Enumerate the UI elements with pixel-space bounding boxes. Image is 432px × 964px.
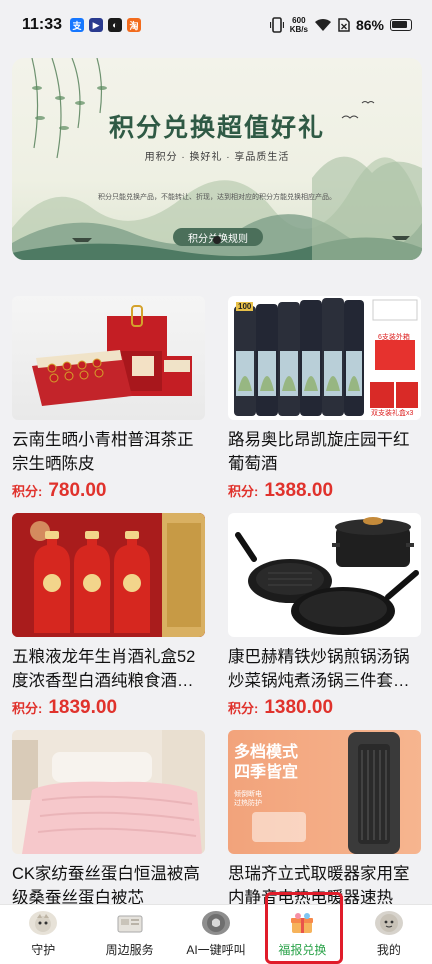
tab-label: 我的	[376, 943, 401, 957]
price-label: 积分:	[228, 701, 259, 716]
tab-guard[interactable]: 守护	[0, 905, 86, 964]
price-value: 1388.00	[264, 480, 334, 501]
wine-bottles-image	[234, 296, 421, 420]
gift-exchange-icon	[288, 911, 316, 935]
product-price: 积分: 780.00	[12, 480, 205, 502]
tea-gift-box-image	[32, 305, 192, 406]
liquor-gift-set-image	[12, 513, 205, 637]
product-card[interactable]: 五粮液龙年生肖酒礼盒52度浓香型白酒纯粮食酒… 积分: 1839.00	[12, 513, 205, 719]
price-label: 积分:	[12, 484, 43, 499]
heater-headline-2: 四季皆宜	[234, 764, 299, 781]
status-bar: 11:33 支 ▶ ◐ 淘 600 KB/s 86%	[0, 0, 432, 50]
price-label: 积分:	[228, 484, 259, 499]
cookware-set-image	[235, 517, 419, 635]
product-title[interactable]: 云南生晒小青柑普洱茶正宗生晒陈皮	[12, 428, 205, 476]
product-image[interactable]: 多档模式 四季皆宜 倾倒断电 过热防护	[228, 730, 421, 854]
wine-box-tag: 6支装外箱	[378, 334, 410, 341]
tab-mine[interactable]: 我的	[346, 905, 432, 964]
tab-ai-call[interactable]: AI一键呼叫	[173, 905, 259, 964]
banner-title: 积分兑换超值好礼	[108, 113, 325, 142]
tab-label: 周边服务	[105, 943, 154, 957]
banner-description-inline: 积分只能兑换产品，不能转让、折现，达到相对应的积分方能兑换相应产品。	[98, 194, 336, 201]
banner-subtitle: 用积分 · 换好礼 · 享品质生活	[144, 152, 290, 163]
product-image[interactable]	[12, 513, 205, 637]
tab-nearby-services[interactable]: 周边服务	[86, 905, 172, 964]
product-image[interactable]: 100 6支装外箱 双支装礼盒x3	[228, 296, 421, 420]
product-image[interactable]	[12, 730, 205, 854]
product-card[interactable]: 多档模式 四季皆宜 倾倒断电 过热防护 思瑞齐立式取暖器家用室内静音电热电暖器速…	[228, 730, 421, 910]
wifi-icon	[314, 18, 331, 31]
silk-quilt-image	[12, 730, 205, 854]
tab-points-exchange[interactable]: 福报兑换	[259, 905, 345, 964]
ai-call-icon	[202, 911, 231, 935]
price-value: 1839.00	[48, 697, 118, 718]
no-sim-icon	[338, 18, 350, 32]
bottom-tab-bar: 守护 周边服务 AI一键呼叫 福报兑换 我的	[0, 904, 432, 964]
app-notification-icon: ▶	[89, 18, 104, 32]
guard-mascot-icon	[29, 911, 58, 935]
battery-percent: 86%	[355, 17, 384, 33]
network-speed: 600 KB/s	[289, 16, 308, 34]
wine-gift-tag: 双支装礼盒x3	[371, 410, 414, 417]
product-title[interactable]: 五粮液龙年生肖酒礼盒52度浓香型白酒纯粮食酒…	[12, 645, 205, 693]
product-price: 积分: 1839.00	[12, 697, 205, 719]
price-value: 780.00	[48, 480, 107, 501]
battery-icon	[390, 19, 412, 31]
product-price: 积分: 1380.00	[228, 697, 421, 719]
product-card[interactable]: CK家纺蚕丝蛋白恒温被高级桑蚕丝蛋白被芯	[12, 730, 205, 910]
product-image[interactable]	[12, 296, 205, 420]
product-title[interactable]: 路易奥比昂凯旋庄园干红葡萄酒	[228, 428, 421, 476]
nearby-services-icon	[116, 911, 144, 935]
product-image[interactable]	[228, 513, 421, 637]
tab-label: AI一键呼叫	[186, 943, 246, 957]
product-title[interactable]: 康巴赫精铁炒锅煎锅汤锅炒菜锅炖煮汤锅三件套…	[228, 645, 421, 693]
price-label: 积分:	[12, 701, 43, 716]
price-value: 1380.00	[264, 697, 334, 718]
tab-label: 守护	[31, 943, 56, 957]
alipay-notification-icon: 支	[70, 18, 85, 32]
product-price: 积分: 1388.00	[228, 480, 421, 502]
heater-feature: 倾倒断电 过热防护	[234, 791, 262, 807]
product-title[interactable]: 思瑞齐立式取暖器家用室内静音电热电暖器速热	[228, 862, 421, 910]
profile-icon	[374, 911, 403, 935]
vibrate-icon	[269, 17, 284, 33]
product-card[interactable]: 康巴赫精铁炒锅煎锅汤锅炒菜锅炖煮汤锅三件套… 积分: 1380.00	[228, 513, 421, 719]
tab-label: 福报兑换	[278, 943, 327, 957]
taobao-notification-icon: 淘	[127, 18, 142, 32]
app-notification-icon-2: ◐	[108, 18, 123, 32]
carousel-indicator[interactable]	[213, 236, 221, 244]
product-title[interactable]: CK家纺蚕丝蛋白恒温被高级桑蚕丝蛋白被芯	[12, 862, 205, 910]
status-time: 11:33	[22, 16, 63, 33]
product-card[interactable]: 云南生晒小青柑普洱茶正宗生晒陈皮 积分: 780.00	[12, 296, 205, 502]
product-card[interactable]: 100 6支装外箱 双支装礼盒x3 路易奥比昂凯旋庄园干红葡萄酒 积分: 138…	[228, 296, 421, 502]
wine-badge: 100	[236, 302, 254, 311]
